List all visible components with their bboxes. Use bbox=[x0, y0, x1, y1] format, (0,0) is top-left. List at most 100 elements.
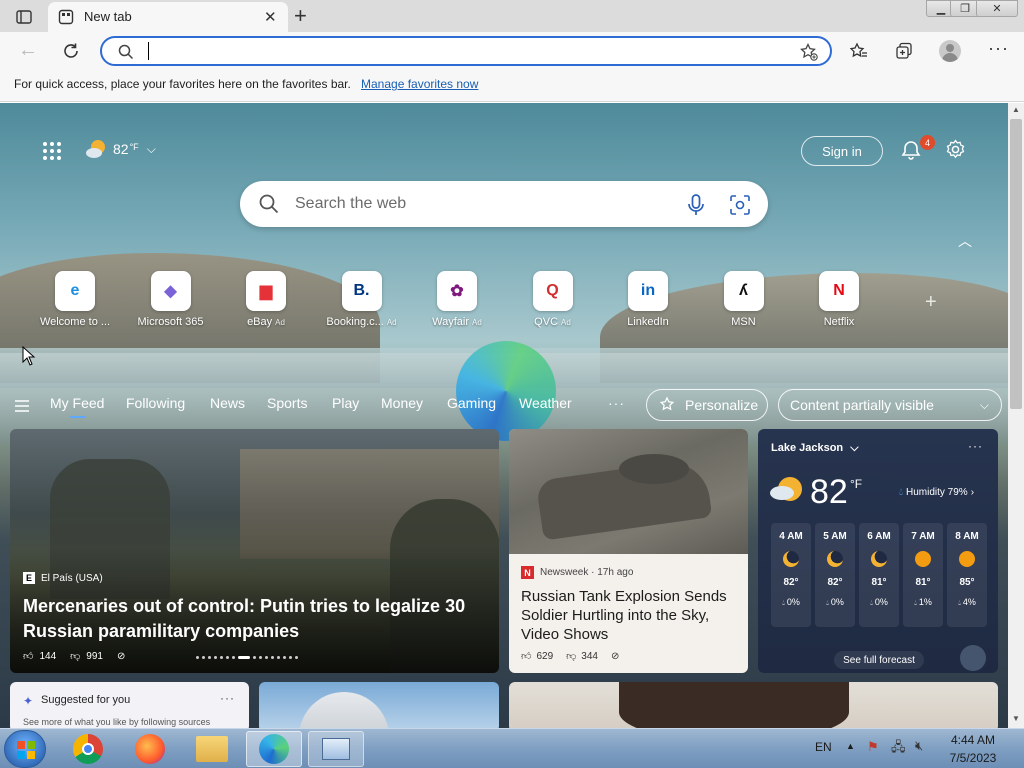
tank-turret bbox=[619, 454, 689, 484]
feed-tab-my-feed[interactable]: My Feed bbox=[50, 395, 104, 411]
search-input[interactable]: Search the web bbox=[295, 195, 406, 213]
manage-favorites-link[interactable]: Manage favorites now bbox=[361, 77, 478, 91]
page-scrollbar[interactable]: ▲ ▼ bbox=[1008, 103, 1024, 728]
tab-close-icon[interactable]: ✕ bbox=[264, 8, 277, 26]
gear-icon[interactable] bbox=[945, 139, 966, 160]
feed-tab-play[interactable]: Play bbox=[332, 395, 359, 411]
thumbs-up-icon[interactable]: 👍︎ bbox=[521, 650, 531, 662]
more-topics-icon[interactable]: ··· bbox=[608, 395, 625, 411]
hourly-forecast-item[interactable]: 8 AM 85° 💧︎ 4% bbox=[947, 523, 987, 627]
news-card-tank[interactable]: N Newsweek · 17h ago Russian Tank Explos… bbox=[509, 429, 748, 673]
favorites-icon[interactable] bbox=[850, 42, 868, 60]
humidity-link[interactable]: 💧︎ Humidity 79% › bbox=[899, 487, 974, 498]
quick-link-label: Microsoft 365 bbox=[137, 316, 204, 328]
sparkle-icon: ✦ bbox=[23, 694, 34, 708]
add-favorite-icon[interactable] bbox=[800, 43, 818, 61]
tab-title: New tab bbox=[84, 9, 132, 24]
network-icon[interactable]: 🖧︎ bbox=[891, 738, 906, 760]
clock-date[interactable]: 7/5/2023 bbox=[945, 751, 1001, 765]
feed-tab-gaming[interactable]: Gaming bbox=[447, 395, 496, 411]
add-quick-link-button[interactable]: + bbox=[925, 291, 937, 314]
weather-location-dropdown[interactable]: Lake Jackson ⌵ bbox=[771, 442, 859, 455]
tank-headline[interactable]: Russian Tank Explosion Sends Soldier Hur… bbox=[521, 587, 741, 644]
microphone-icon[interactable] bbox=[687, 194, 705, 216]
personalize-button[interactable]: Personalize bbox=[646, 389, 768, 421]
app-launcher-icon[interactable] bbox=[42, 141, 62, 161]
hide-story-icon[interactable]: ⊘ bbox=[117, 651, 125, 662]
header-weather-unit: °F bbox=[129, 142, 139, 152]
news-card-portrait[interactable] bbox=[509, 682, 998, 728]
scroll-down-icon[interactable]: ▼ bbox=[1012, 714, 1020, 723]
refresh-icon[interactable] bbox=[62, 42, 80, 60]
thumbs-down-icon[interactable]: 👎︎ bbox=[566, 650, 576, 662]
hourly-forecast-item[interactable]: 5 AM 82° 💧︎ 0% bbox=[815, 523, 855, 627]
volume-muted-icon[interactable]: 🔇︎ bbox=[915, 738, 923, 754]
full-forecast-button[interactable]: See full forecast bbox=[834, 651, 924, 669]
feed-tab-weather[interactable]: Weather bbox=[519, 395, 572, 411]
quick-link-tile[interactable]: in LinkedIn bbox=[603, 271, 693, 341]
quick-link-tile[interactable]: Q QVC Ad bbox=[508, 271, 598, 341]
weather-more-icon[interactable]: ··· bbox=[968, 439, 983, 453]
taskbar-remote-app[interactable] bbox=[308, 731, 364, 767]
back-arrow-icon[interactable]: ← bbox=[18, 39, 38, 62]
collapse-chevron-icon[interactable]: ︿ bbox=[958, 231, 972, 251]
tab-new-tab[interactable]: New tab ✕ bbox=[48, 2, 288, 32]
taskbar-explorer[interactable] bbox=[184, 731, 240, 767]
feed-tab-money[interactable]: Money bbox=[381, 395, 423, 411]
hero-headline[interactable]: Mercenaries out of control: Putin tries … bbox=[23, 594, 493, 644]
hourly-forecast-item[interactable]: 6 AM 81° 💧︎ 0% bbox=[859, 523, 899, 627]
thumbs-down-icon[interactable]: 👎︎ bbox=[70, 650, 80, 662]
quick-link-tile[interactable]: ✿ Wayfair Ad bbox=[412, 271, 502, 341]
menu-icon[interactable] bbox=[14, 399, 30, 413]
notifications-button[interactable]: 4 bbox=[900, 135, 935, 166]
tank-dislikes: 344 bbox=[581, 650, 598, 662]
scroll-thumb[interactable] bbox=[1010, 119, 1022, 409]
new-tab-button[interactable]: + bbox=[294, 3, 307, 29]
feed-tab-news[interactable]: News bbox=[210, 395, 245, 411]
tray-expand-icon[interactable]: ▲ bbox=[846, 741, 855, 751]
news-card-capitol[interactable] bbox=[259, 682, 499, 728]
scroll-up-icon[interactable]: ▲ bbox=[1012, 105, 1020, 114]
start-button[interactable] bbox=[4, 730, 46, 768]
feed-tab-following[interactable]: Following bbox=[126, 395, 185, 411]
feed-tab-sports[interactable]: Sports bbox=[267, 395, 307, 411]
suggested-card[interactable]: ✦ Suggested for you ··· See more of what… bbox=[10, 682, 249, 728]
hide-story-icon[interactable]: ⊘ bbox=[611, 651, 619, 662]
hourly-forecast-item[interactable]: 4 AM 82° 💧︎ 0% bbox=[771, 523, 811, 627]
quick-link-tile[interactable]: e Welcome to ... bbox=[30, 271, 120, 341]
thumbs-up-icon[interactable]: 👍︎ bbox=[23, 650, 33, 662]
content-visibility-dropdown[interactable]: Content partially visible ⌵ bbox=[778, 389, 1002, 421]
taskbar-firefox[interactable] bbox=[122, 731, 178, 767]
search-icon bbox=[259, 194, 279, 214]
sign-in-button[interactable]: Sign in bbox=[801, 136, 883, 166]
input-language[interactable]: EN bbox=[815, 740, 832, 754]
portrait-hair-image bbox=[619, 682, 849, 728]
hour-precip: 💧︎ 1% bbox=[903, 597, 943, 608]
close-window-button[interactable]: ✕ bbox=[976, 0, 1018, 17]
quick-link-tile[interactable]: N Netflix bbox=[794, 271, 884, 341]
weather-map-thumb[interactable] bbox=[960, 645, 986, 671]
taskbar-edge[interactable] bbox=[246, 731, 302, 767]
droplet-icon: 💧︎ bbox=[826, 600, 829, 607]
clock-time[interactable]: 4:44 AM bbox=[950, 733, 996, 747]
hero-news-card[interactable]: E El País (USA) Mercenaries out of contr… bbox=[10, 429, 499, 673]
action-center-flag-icon[interactable]: ⚑ bbox=[867, 739, 879, 755]
settings-more-icon[interactable]: ··· bbox=[988, 38, 1009, 59]
quick-link-tile[interactable]: ʎ MSN bbox=[699, 271, 789, 341]
suggested-more-icon[interactable]: ··· bbox=[220, 691, 235, 705]
collections-icon[interactable] bbox=[895, 42, 913, 60]
active-tab-indicator bbox=[70, 416, 86, 418]
profile-avatar[interactable] bbox=[939, 40, 961, 62]
quick-link-tile[interactable]: ◆ Microsoft 365 bbox=[126, 271, 216, 341]
web-search-box[interactable]: Search the web bbox=[240, 181, 768, 227]
quick-link-tile[interactable]: B. Booking.c... Ad bbox=[317, 271, 407, 341]
quick-link-tile[interactable]: ▆ eBay Ad bbox=[221, 271, 311, 341]
address-bar[interactable] bbox=[100, 36, 832, 66]
taskbar-chrome[interactable] bbox=[60, 731, 116, 767]
tab-actions-button[interactable] bbox=[10, 6, 38, 28]
visual-search-icon[interactable] bbox=[730, 195, 750, 215]
hourly-forecast-item[interactable]: 7 AM 81° 💧︎ 1% bbox=[903, 523, 943, 627]
weather-card[interactable]: Lake Jackson ⌵ ··· 82 °F 💧︎ Humidity 79%… bbox=[758, 429, 998, 673]
personalize-label: Personalize bbox=[685, 397, 759, 413]
weather-widget-button[interactable]: 82 °F ⌵ bbox=[85, 137, 156, 161]
